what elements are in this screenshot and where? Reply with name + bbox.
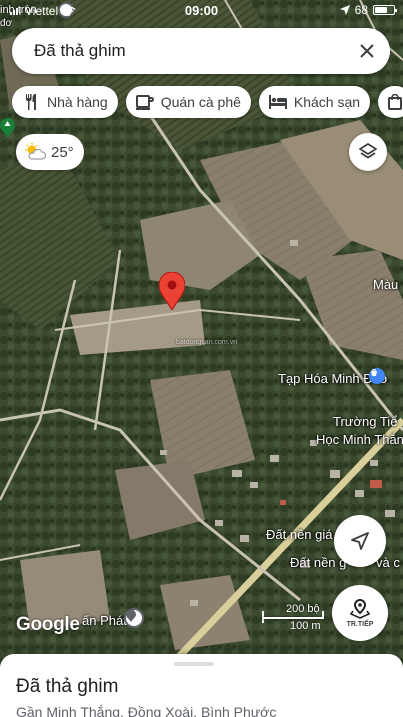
chip-shopping[interactable] [378, 86, 403, 118]
scale-tick-right [322, 611, 324, 617]
hotel-icon [268, 93, 287, 111]
weather-badge[interactable]: 25° [16, 134, 84, 170]
chip-cafes-label: Quán cà phê [160, 94, 241, 110]
village-poi-icon[interactable] [124, 608, 144, 628]
battery-fill [375, 7, 388, 13]
layers-icon [359, 143, 377, 159]
category-chips: Nhà hàng Quán cà phê Khách sạn [12, 86, 403, 118]
partly-cloudy-icon [24, 143, 47, 161]
navigation-arrow-icon [351, 532, 369, 550]
chip-restaurants[interactable]: Nhà hàng [12, 86, 118, 118]
sheet-drag-handle[interactable] [174, 662, 214, 666]
map-label-land-2: Đất nền g [290, 555, 347, 570]
map-scale: 200 bộ 100 m [262, 603, 326, 633]
place-address: Gần Minh Thắng, Đồng Xoài, Bình Phước [16, 704, 277, 717]
layers-button[interactable] [349, 133, 387, 171]
battery-percent: 68 [354, 3, 368, 17]
search-bar[interactable]: Đã thả ghim [12, 28, 390, 74]
chip-cafes[interactable]: Quán cà phê [125, 86, 251, 118]
dropped-pin-icon[interactable] [159, 272, 185, 310]
scale-feet: 200 bộ [286, 603, 320, 615]
chip-restaurants-label: Nhà hàng [47, 94, 108, 110]
google-logo: Google [16, 614, 80, 635]
scale-bar [262, 617, 324, 619]
place-sheet[interactable]: Đã thả ghim Gần Minh Thắng, Đồng Xoài, B… [0, 654, 403, 717]
shopping-bag-icon [386, 93, 403, 111]
watermark: batdongsan.com.vn [176, 339, 238, 346]
map-label-school-1: Trường Tiể [333, 414, 398, 429]
my-location-button[interactable] [334, 515, 386, 567]
restaurant-icon [22, 93, 40, 111]
status-right: 68 [339, 3, 397, 17]
scale-meters: 100 m [290, 620, 321, 632]
battery-icon [373, 5, 397, 15]
park-poi-icon[interactable] [0, 118, 15, 138]
street-view-icon [350, 598, 370, 619]
store-poi-icon[interactable] [369, 368, 385, 384]
map-label-mau: Màu [373, 277, 399, 292]
location-arrow-icon [339, 5, 350, 15]
temperature: 25° [51, 143, 74, 161]
street-view-button[interactable]: TR.TIẾP [332, 585, 388, 641]
coffee-icon [135, 93, 154, 111]
search-query[interactable]: Đã thả ghim [34, 41, 344, 61]
chip-hotels[interactable]: Khách sạn [258, 86, 371, 118]
map-label-land-1: Đất nền giá [266, 527, 333, 542]
street-view-label: TR.TIẾP [346, 620, 374, 628]
map-label-village: ấn Phát [82, 613, 127, 628]
place-title: Đã thả ghim [16, 676, 119, 697]
close-icon[interactable] [344, 28, 390, 74]
chip-hotels-label: Khách sạn [293, 94, 361, 110]
status-bar: Viettel 09:00 68 [0, 0, 403, 22]
map-label-school-2: Học Minh Thắn [316, 432, 403, 447]
